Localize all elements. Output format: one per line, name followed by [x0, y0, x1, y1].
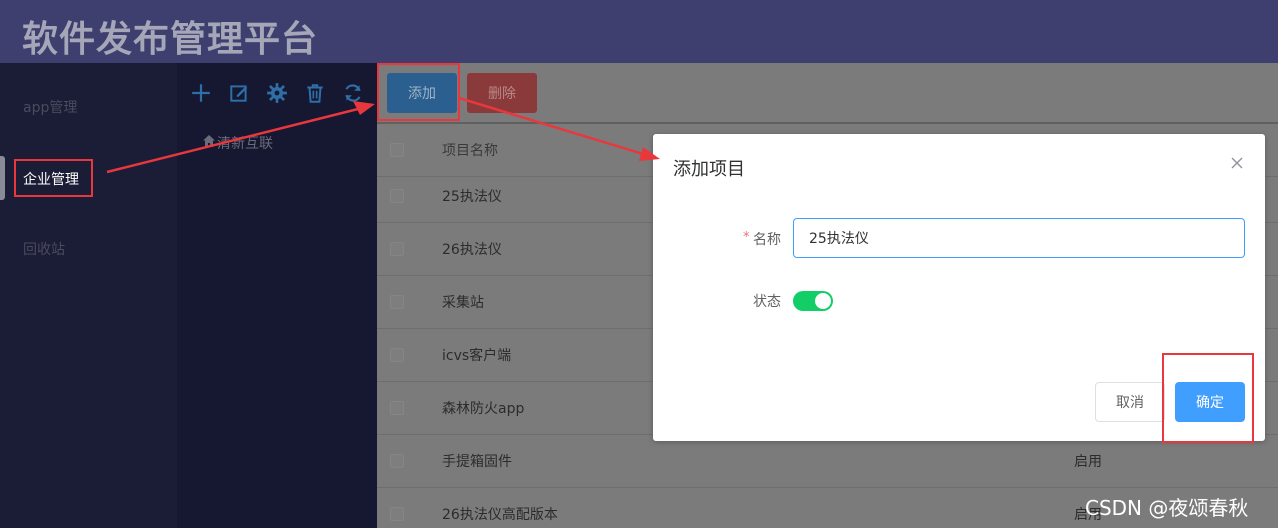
close-icon[interactable] — [1230, 155, 1244, 169]
annotation-box-add — [377, 63, 460, 121]
switch-knob — [815, 293, 831, 309]
app-title: 软件发布管理平台 — [22, 19, 319, 60]
sidebar-item-recycle[interactable]: 回收站 — [23, 239, 65, 259]
watermark: CSDN @夜颂春秋 — [1085, 496, 1249, 520]
trash-icon[interactable] — [304, 82, 326, 104]
dialog-title: 添加项目 — [673, 159, 745, 180]
row-status: 启用 — [1074, 454, 1102, 470]
tree-node[interactable]: 清新互联 — [202, 133, 273, 153]
row-checkbox[interactable] — [390, 507, 404, 521]
row-checkbox[interactable] — [390, 295, 404, 309]
row-name: 26执法仪 — [442, 242, 502, 258]
cancel-button[interactable]: 取消 — [1095, 382, 1165, 422]
sidebar: app管理 企业管理 回收站 — [0, 63, 177, 528]
row-name: 森林防火app — [442, 401, 525, 417]
row-name: 采集站 — [442, 295, 484, 311]
refresh-icon[interactable] — [342, 82, 364, 104]
app-header: 软件发布管理平台 — [0, 0, 1278, 63]
row-name: 25执法仪 — [442, 189, 502, 205]
row-checkbox[interactable] — [390, 189, 404, 203]
plus-icon[interactable] — [190, 82, 212, 104]
status-label: 状态 — [753, 294, 781, 310]
annotation-box-confirm — [1162, 353, 1254, 443]
home-icon — [202, 134, 217, 152]
delete-button[interactable]: 删除 — [467, 73, 537, 113]
row-checkbox[interactable] — [390, 242, 404, 256]
name-input[interactable] — [793, 218, 1245, 258]
annotation-box-sidebar — [14, 159, 93, 197]
sidebar-item-app[interactable]: app管理 — [23, 97, 77, 117]
tree-panel: 清新互联 — [177, 63, 377, 528]
tree-node-label: 清新互联 — [217, 136, 273, 152]
table-row[interactable]: 手提箱固件 启用 — [377, 435, 1278, 488]
row-checkbox[interactable] — [390, 454, 404, 468]
column-header-name: 项目名称 — [442, 143, 498, 159]
status-switch[interactable] — [793, 291, 833, 311]
sidebar-active-indicator — [0, 156, 5, 200]
select-all-checkbox[interactable] — [390, 143, 404, 157]
edit-icon[interactable] — [228, 82, 250, 104]
name-label: 名称 — [753, 232, 781, 248]
row-name: 手提箱固件 — [442, 454, 512, 470]
row-checkbox[interactable] — [390, 401, 404, 415]
gear-icon[interactable] — [266, 82, 288, 104]
row-name: icvs客户端 — [442, 348, 512, 364]
row-name: 26执法仪高配版本 — [442, 507, 558, 523]
row-checkbox[interactable] — [390, 348, 404, 362]
required-mark: * — [743, 230, 750, 245]
